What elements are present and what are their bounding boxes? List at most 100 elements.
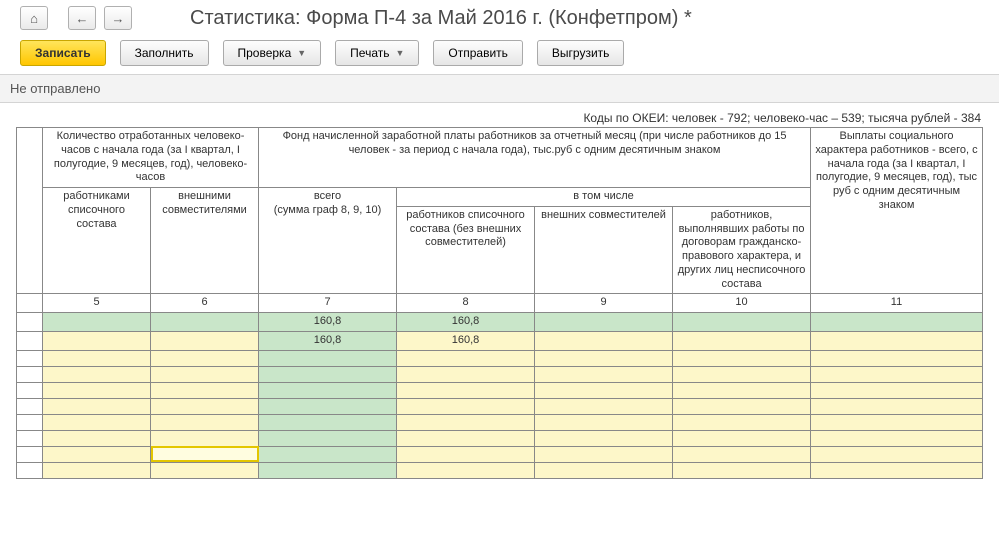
table-row (17, 366, 983, 382)
cell-col9[interactable] (535, 331, 673, 350)
header-col5-6: Количество отработанных человеко-часов с… (43, 128, 259, 188)
cell-col8[interactable] (397, 366, 535, 382)
cell-col7[interactable] (259, 462, 397, 478)
cell-col9[interactable] (535, 382, 673, 398)
row-stub (17, 430, 43, 446)
header-col8-10: в том числе (397, 188, 811, 207)
table-row: 160,8160,8 (17, 331, 983, 350)
cell-col7[interactable]: 160,8 (259, 313, 397, 332)
cell-col7[interactable] (259, 398, 397, 414)
cell-col6[interactable] (151, 366, 259, 382)
cell-col10[interactable] (673, 398, 811, 414)
cell-col8[interactable] (397, 446, 535, 462)
forward-button[interactable]: → (104, 6, 132, 30)
cell-col10[interactable] (673, 331, 811, 350)
cell-col5[interactable] (43, 414, 151, 430)
cell-col11[interactable] (811, 313, 983, 332)
cell-col7[interactable] (259, 366, 397, 382)
cell-col10[interactable] (673, 414, 811, 430)
cell-col9[interactable] (535, 446, 673, 462)
cell-col8[interactable]: 160,8 (397, 331, 535, 350)
okei-codes-label: Коды по ОКЕИ: человек - 792; человеко-ча… (16, 103, 983, 127)
cell-col7[interactable] (259, 382, 397, 398)
colnum-blank (17, 294, 43, 313)
cell-col7[interactable] (259, 350, 397, 366)
cell-col11[interactable] (811, 350, 983, 366)
cell-col6[interactable] (151, 398, 259, 414)
cell-col6[interactable] (151, 313, 259, 332)
cell-col7[interactable] (259, 446, 397, 462)
cell-col11[interactable] (811, 398, 983, 414)
cell-col5[interactable] (43, 350, 151, 366)
cell-col8[interactable] (397, 398, 535, 414)
cell-col6[interactable] (151, 462, 259, 478)
cell-col9[interactable] (535, 430, 673, 446)
row-stub (17, 382, 43, 398)
cell-col8[interactable] (397, 430, 535, 446)
write-button[interactable]: Записать (20, 40, 106, 66)
cell-col5[interactable] (43, 382, 151, 398)
cell-col10[interactable] (673, 462, 811, 478)
cell-col9[interactable] (535, 414, 673, 430)
check-button[interactable]: Проверка ▼ (223, 40, 322, 66)
cell-col8[interactable] (397, 350, 535, 366)
cell-col5[interactable] (43, 398, 151, 414)
export-button[interactable]: Выгрузить (537, 40, 625, 66)
cell-col8[interactable] (397, 462, 535, 478)
cell-col6[interactable] (151, 446, 259, 462)
cell-col9[interactable] (535, 366, 673, 382)
cell-col11[interactable] (811, 462, 983, 478)
cell-col10[interactable] (673, 350, 811, 366)
cell-col11[interactable] (811, 430, 983, 446)
row-stub (17, 331, 43, 350)
row-stub (17, 398, 43, 414)
cell-col6[interactable] (151, 430, 259, 446)
cell-col11[interactable] (811, 446, 983, 462)
cell-col6[interactable] (151, 350, 259, 366)
cell-col5[interactable] (43, 430, 151, 446)
cell-col5[interactable] (43, 462, 151, 478)
table-row (17, 462, 983, 478)
arrow-right-icon: → (112, 11, 125, 26)
colnum-9: 9 (535, 294, 673, 313)
cell-col7[interactable] (259, 414, 397, 430)
cell-col10[interactable] (673, 430, 811, 446)
table-row (17, 446, 983, 462)
cell-col8[interactable]: 160,8 (397, 313, 535, 332)
chevron-down-icon: ▼ (395, 48, 404, 58)
cell-col6[interactable] (151, 414, 259, 430)
cell-col10[interactable] (673, 366, 811, 382)
cell-col9[interactable] (535, 313, 673, 332)
print-button[interactable]: Печать ▼ (335, 40, 419, 66)
fill-button[interactable]: Заполнить (120, 40, 209, 66)
cell-col7[interactable]: 160,8 (259, 331, 397, 350)
colnum-7: 7 (259, 294, 397, 313)
send-button[interactable]: Отправить (433, 40, 523, 66)
cell-col5[interactable] (43, 331, 151, 350)
cell-col8[interactable] (397, 382, 535, 398)
status-bar: Не отправлено (0, 74, 999, 103)
cell-col11[interactable] (811, 331, 983, 350)
cell-col10[interactable] (673, 313, 811, 332)
header-col6: внешними совместителями (151, 188, 259, 294)
cell-col5[interactable] (43, 313, 151, 332)
cell-col11[interactable] (811, 382, 983, 398)
cell-col10[interactable] (673, 382, 811, 398)
cell-col8[interactable] (397, 414, 535, 430)
cell-col11[interactable] (811, 366, 983, 382)
cell-col5[interactable] (43, 366, 151, 382)
cell-col6[interactable] (151, 382, 259, 398)
cell-col5[interactable] (43, 446, 151, 462)
cell-col6[interactable] (151, 331, 259, 350)
cell-col11[interactable] (811, 414, 983, 430)
row-stub (17, 446, 43, 462)
home-icon: ⌂ (30, 11, 38, 26)
cell-col9[interactable] (535, 462, 673, 478)
home-button[interactable]: ⌂ (20, 6, 48, 30)
cell-col9[interactable] (535, 398, 673, 414)
cell-col10[interactable] (673, 446, 811, 462)
cell-col7[interactable] (259, 430, 397, 446)
cell-col9[interactable] (535, 350, 673, 366)
back-button[interactable]: ← (68, 6, 96, 30)
row-stub (17, 366, 43, 382)
